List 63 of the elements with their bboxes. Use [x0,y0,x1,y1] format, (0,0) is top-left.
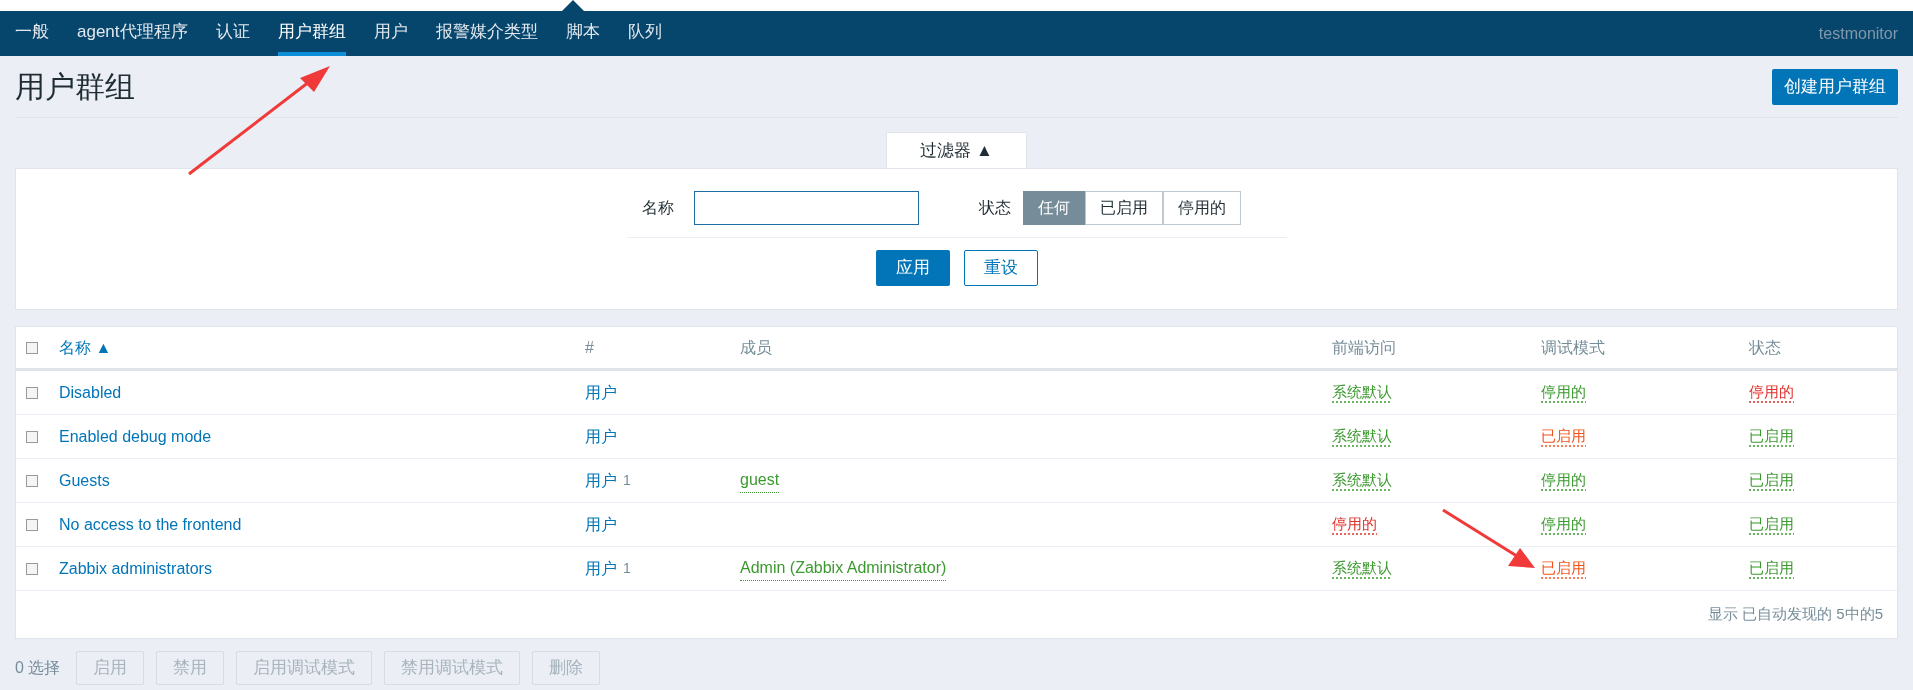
nav-tab[interactable]: 脚本 [565,11,600,56]
status-link[interactable]: 停用的 [1749,381,1794,404]
user-count: 1 [623,471,631,490]
checkbox[interactable] [26,430,38,443]
group-name-link[interactable]: Guests [59,468,110,493]
column-header: 成员 [740,337,772,358]
frontend-access-link[interactable]: 系统默认 [1332,425,1392,448]
apply-button[interactable]: 应用 [875,250,950,286]
debug-mode-link[interactable]: 停用的 [1541,469,1586,492]
nav-tab[interactable]: 用户 [373,11,408,56]
column-header[interactable]: 名称 ▲ [59,335,112,360]
record-count: 显示 已自动发现的 5中的5 [1707,604,1883,625]
nav-tab[interactable]: 用户群组 [277,11,346,56]
reset-button[interactable]: 重设 [963,250,1038,286]
status-option[interactable]: 已启用 [1084,191,1163,225]
status-option[interactable]: 停用的 [1162,191,1241,225]
frontend-access-link[interactable]: 系统默认 [1332,381,1392,404]
status-label: 状态 [978,198,1011,218]
create-group-button[interactable]: 创建用户群组 [1772,68,1898,105]
checkbox[interactable] [26,341,38,354]
page-title: 用户群组 [15,69,135,105]
nav-tab[interactable]: agent代理程序 [77,11,188,56]
frontend-access-link[interactable]: 系统默认 [1332,469,1392,492]
username: testmonitor [1818,23,1898,44]
filter-tab[interactable]: 过滤器 ▲ [886,132,1027,168]
checkbox[interactable] [26,518,38,531]
nav-tab[interactable]: 报警媒介类型 [435,11,538,56]
users-link[interactable]: 用户 [585,556,617,581]
frontend-access-link[interactable]: 系统默认 [1332,557,1392,580]
frontend-access-link[interactable]: 停用的 [1332,513,1377,536]
group-name-link[interactable]: Zabbix administrators [59,556,212,581]
checkbox[interactable] [26,474,38,487]
group-name-link[interactable]: Enabled debug mode [59,424,212,449]
debug-mode-link[interactable]: 停用的 [1541,381,1586,404]
debug-mode-link[interactable]: 停用的 [1541,513,1586,536]
status-option[interactable]: 任何 [1022,191,1085,225]
column-header: 状态 [1749,337,1781,358]
status-link[interactable]: 已启用 [1749,469,1794,492]
name-label: 名称 [641,198,674,218]
checkbox[interactable] [26,562,38,575]
status-link[interactable]: 已启用 [1749,557,1794,580]
users-link[interactable]: 用户 [585,380,617,405]
users-link[interactable]: 用户 [585,512,617,537]
status-link[interactable]: 已启用 [1749,513,1794,536]
nav-tab[interactable]: 一般 [15,11,49,56]
user-count: 1 [623,559,631,578]
column-header: 前端访问 [1332,337,1396,358]
debug-mode-link[interactable]: 已启用 [1541,557,1586,580]
status-link[interactable]: 已启用 [1749,425,1794,448]
users-link[interactable]: 用户 [585,468,617,493]
column-header: # [585,337,594,358]
member-link[interactable]: guest [740,468,780,493]
member-link[interactable]: Admin (Zabbix Administrator) [740,556,947,581]
name-input-field[interactable] [693,191,919,225]
nav-tab[interactable]: 认证 [215,11,250,56]
group-name-link[interactable]: No access to the frontend [59,512,242,537]
debug-mode-link[interactable]: 已启用 [1541,425,1586,448]
checkbox[interactable] [26,386,38,399]
selected-count: 0 选择 [15,658,61,678]
nav-tab[interactable]: 队列 [627,11,662,56]
column-header: 调试模式 [1541,337,1605,358]
users-link[interactable]: 用户 [585,424,617,449]
group-name-link[interactable]: Disabled [59,380,122,405]
